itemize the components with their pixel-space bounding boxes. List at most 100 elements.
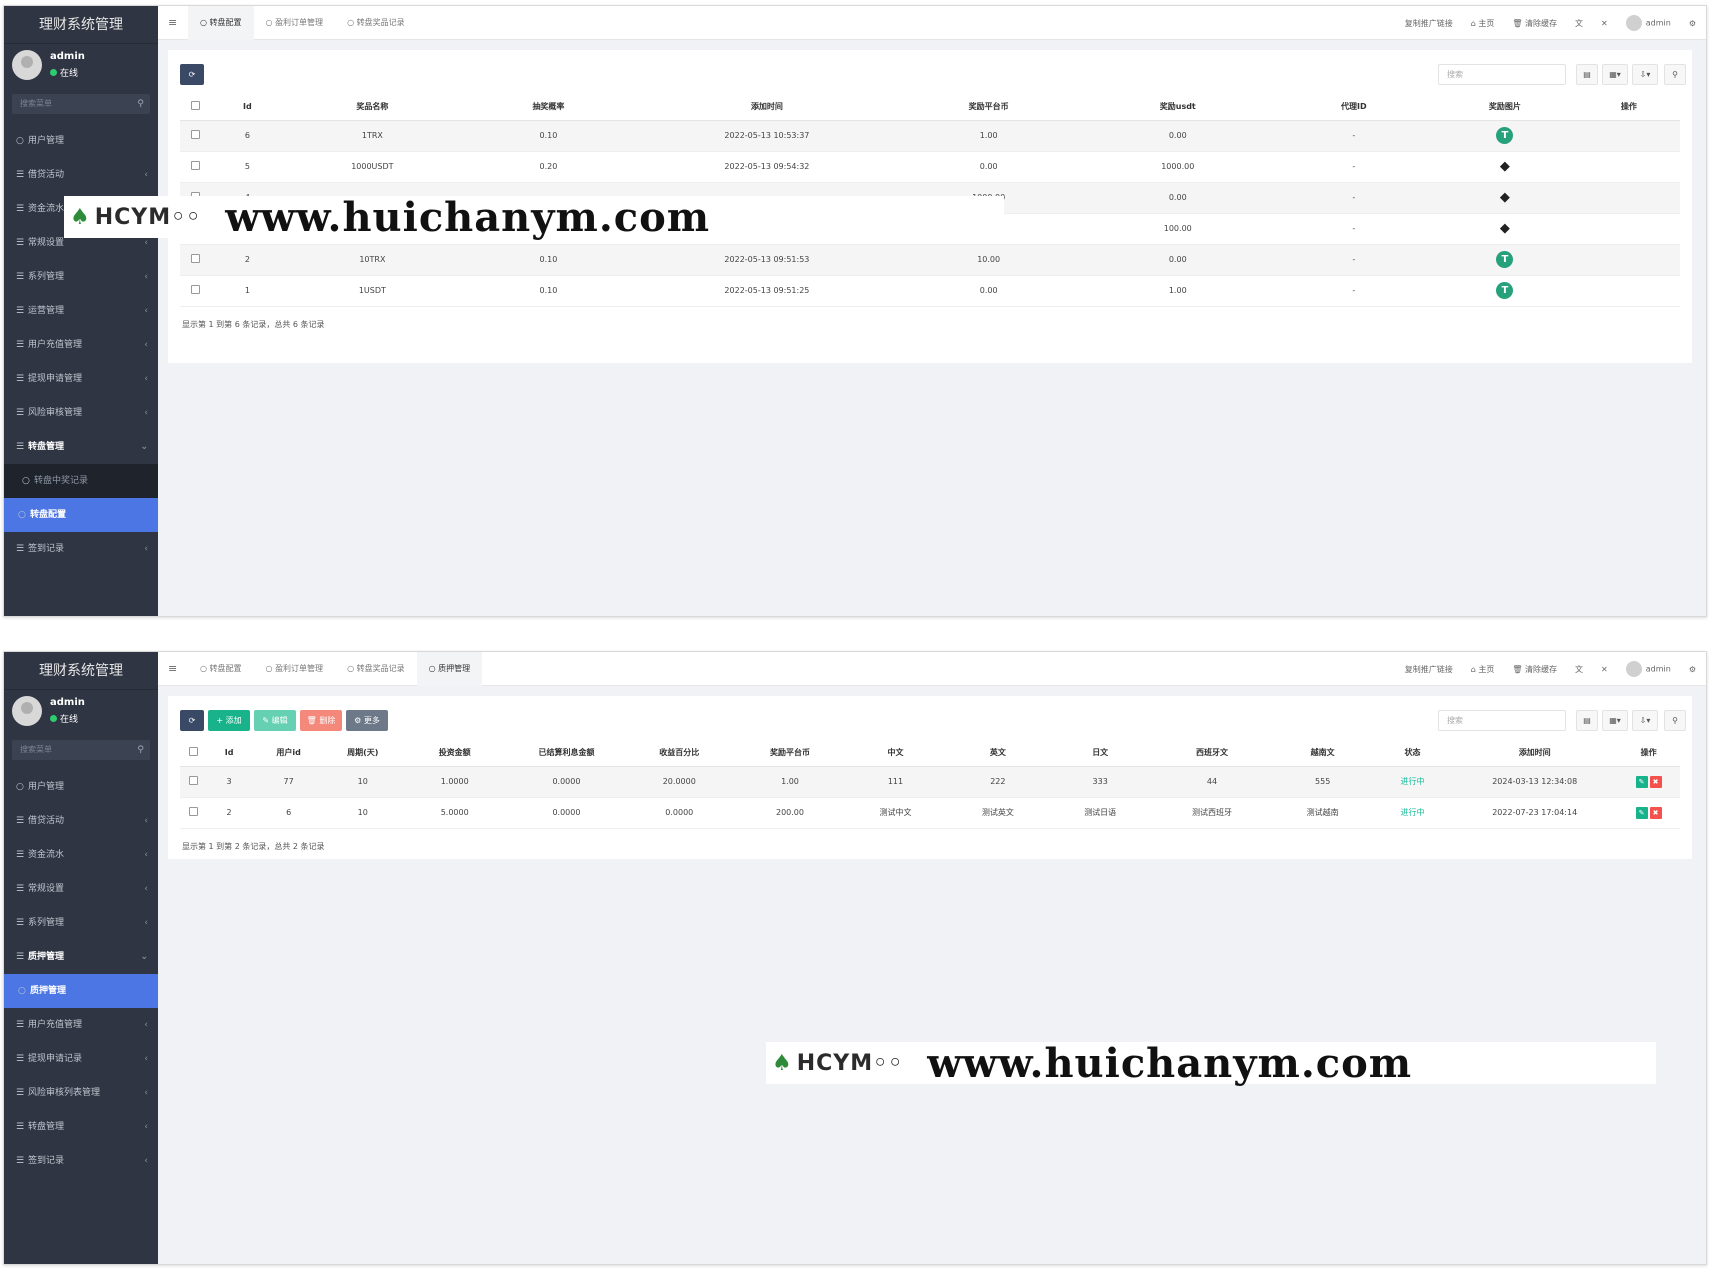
- delete-icon[interactable]: ✖: [1649, 775, 1662, 788]
- table-row[interactable]: 6 1TRX 0.10 2022-05-13 10:53:37 1.00 0.00- T: [180, 120, 1680, 152]
- sidebar-item[interactable]: ☰ 风险审核列表管理 ‹: [4, 1076, 158, 1110]
- tab-item[interactable]: ○ 盈利订单管理: [254, 652, 336, 686]
- sidebar-item[interactable]: ○ 转盘配置: [4, 498, 158, 532]
- column-header[interactable]: 中文: [844, 740, 947, 767]
- column-header[interactable]: 周期(天): [326, 740, 400, 767]
- column-header[interactable]: 操作: [1617, 740, 1680, 767]
- sidebar-item[interactable]: ☰资金流水 ‹: [4, 838, 158, 872]
- translate-icon[interactable]: 文: [1575, 664, 1583, 675]
- row-checkbox[interactable]: [190, 130, 200, 139]
- translate-icon[interactable]: 文: [1575, 18, 1583, 29]
- menu-toggle-icon[interactable]: ≡: [168, 6, 177, 40]
- avatar[interactable]: [12, 50, 42, 80]
- column-header[interactable]: 抽奖概率: [460, 94, 637, 121]
- column-header[interactable]: 奖励图片: [1432, 94, 1578, 121]
- tab-item[interactable]: ○ 质押管理: [416, 652, 483, 686]
- sidebar-item[interactable]: ☰ 提现申请管理 ‹: [4, 362, 158, 396]
- menu-search-input[interactable]: 搜索菜单 ⚲: [12, 740, 150, 760]
- sidebar-item[interactable]: ○ 用户管理: [4, 124, 158, 158]
- table-row[interactable]: 5 1000USDT 0.20 2022-05-13 09:54:32 0.00 1000…: [180, 151, 1680, 183]
- row-checkbox[interactable]: [189, 776, 199, 785]
- edit-icon[interactable]: ✎: [1635, 806, 1648, 819]
- search-input[interactable]: 搜索: [1438, 710, 1566, 731]
- row-checkbox[interactable]: [190, 285, 200, 294]
- user-menu[interactable]: admin: [1625, 15, 1671, 31]
- sidebar-item[interactable]: ☰ 用户充值管理 ‹: [4, 1008, 158, 1042]
- column-header[interactable]: 日文: [1049, 740, 1152, 767]
- column-header[interactable]: 奖励平台币: [735, 740, 845, 767]
- home-button[interactable]: ⌂ 主页: [1471, 664, 1495, 675]
- sidebar-item[interactable]: ☰ 签到记录 ‹: [4, 1144, 158, 1178]
- tab-item[interactable]: ○ 转盘配置: [188, 652, 254, 686]
- column-header[interactable]: 收益百分比: [622, 740, 736, 767]
- export-icon[interactable]: ⇩▾: [1632, 64, 1658, 85]
- tab-item[interactable]: ○ 盈利订单管理: [254, 6, 336, 40]
- settings-icon[interactable]: ⚙: [1689, 665, 1696, 674]
- sidebar-item[interactable]: ☰ 转盘管理 ‹: [4, 1110, 158, 1144]
- menu-toggle-icon[interactable]: ≡: [168, 652, 177, 686]
- row-checkbox[interactable]: [189, 807, 199, 816]
- column-header[interactable]: 用户id: [251, 740, 327, 767]
- sidebar-item[interactable]: ☰ 借贷活动 ‹: [4, 158, 158, 192]
- column-header[interactable]: 西班牙文: [1151, 740, 1273, 767]
- search-input[interactable]: 搜索: [1438, 64, 1566, 85]
- table-row[interactable]: 2 6 10 5.0000 0.0000 0.0000 200.00 测试中文 测试英文 测试日语…: [180, 797, 1680, 829]
- column-header[interactable]: 投资金额: [399, 740, 511, 767]
- refresh-button[interactable]: ⟳: [180, 710, 204, 731]
- column-header[interactable]: 奖品名称: [284, 94, 461, 121]
- avatar[interactable]: [12, 696, 42, 726]
- column-header[interactable]: 代理ID: [1275, 94, 1433, 121]
- clear-cache-button[interactable]: 🗑 清除缓存: [1512, 18, 1557, 29]
- sidebar-item[interactable]: ☰ 运营管理 ‹: [4, 294, 158, 328]
- row-checkbox[interactable]: [190, 161, 200, 170]
- columns-icon[interactable]: ▦▾: [1602, 710, 1628, 731]
- column-header[interactable]: 奖励平台币: [897, 94, 1080, 121]
- toggle-view-icon[interactable]: ▤: [1576, 710, 1598, 731]
- search-icon[interactable]: ⚲: [1664, 710, 1686, 731]
- table-row[interactable]: 1 1USDT 0.10 2022-05-13 09:51:25 0.00 1.00- T: [180, 275, 1680, 307]
- column-header[interactable]: 状态: [1372, 740, 1453, 767]
- sidebar-item[interactable]: ☰ 系列管理 ‹: [4, 906, 158, 940]
- column-header[interactable]: 添加时间: [1452, 740, 1618, 767]
- sidebar-item[interactable]: ☰ 风险审核管理 ‹: [4, 396, 158, 430]
- copy-link-button[interactable]: 复制推广链接: [1405, 18, 1453, 29]
- tab-item[interactable]: ○ 转盘奖品记录: [335, 6, 417, 40]
- column-header[interactable]: 奖励usdt: [1079, 94, 1276, 121]
- fullscreen-icon[interactable]: ✕: [1601, 665, 1608, 674]
- fullscreen-icon[interactable]: ✕: [1601, 19, 1608, 28]
- column-header[interactable]: 英文: [946, 740, 1050, 767]
- export-icon[interactable]: ⇩▾: [1632, 710, 1658, 731]
- search-icon[interactable]: ⚲: [1664, 64, 1686, 85]
- sidebar-item[interactable]: ☰ 借贷活动 ‹: [4, 804, 158, 838]
- sidebar-item[interactable]: ○ 用户管理: [4, 770, 158, 804]
- more-button[interactable]: ⚙ 更多: [346, 710, 388, 731]
- select-all-checkbox[interactable]: [190, 101, 200, 111]
- sidebar-item[interactable]: ○ 质押管理: [4, 974, 158, 1008]
- column-header[interactable]: Id: [210, 94, 285, 121]
- column-header[interactable]: 已结算利息金额: [510, 740, 623, 767]
- refresh-button[interactable]: ⟳: [180, 64, 204, 85]
- tab-item[interactable]: ○ 转盘奖品记录: [335, 652, 417, 686]
- table-row[interactable]: 2 10TRX 0.10 2022-05-13 09:51:53 10.00 0.00- T: [180, 244, 1680, 276]
- table-row[interactable]: 3 77 10 1.0000 0.0000 20.0000 1.00 111 222 333 44 5…: [180, 766, 1680, 798]
- sidebar-item[interactable]: ☰ 用户充值管理 ‹: [4, 328, 158, 362]
- delete-icon[interactable]: ✖: [1649, 806, 1662, 819]
- settings-icon[interactable]: ⚙: [1689, 19, 1696, 28]
- edit-button[interactable]: ✎ 编辑: [254, 710, 296, 731]
- sidebar-item[interactable]: ☰ 转盘管理 ⌄: [4, 430, 158, 464]
- clear-cache-button[interactable]: 🗑 清除缓存: [1512, 664, 1557, 675]
- column-header[interactable]: Id: [207, 740, 252, 767]
- edit-icon[interactable]: ✎: [1635, 775, 1648, 788]
- home-button[interactable]: ⌂ 主页: [1471, 18, 1495, 29]
- column-header[interactable]: 操作: [1577, 94, 1680, 121]
- select-all-checkbox[interactable]: [189, 747, 199, 757]
- sidebar-item[interactable]: ☰ 质押管理 ⌄: [4, 940, 158, 974]
- sidebar-item[interactable]: ☰ 常规设置 ‹: [4, 872, 158, 906]
- column-header[interactable]: 添加时间: [636, 94, 898, 121]
- sidebar-item[interactable]: ☰ 提现申请记录 ‹: [4, 1042, 158, 1076]
- columns-icon[interactable]: ▦▾: [1602, 64, 1628, 85]
- sidebar-item[interactable]: ☰ 系列管理 ‹: [4, 260, 158, 294]
- toggle-view-icon[interactable]: ▤: [1576, 64, 1598, 85]
- row-checkbox[interactable]: [190, 254, 200, 263]
- sidebar-item[interactable]: ○ 转盘中奖记录: [4, 464, 158, 498]
